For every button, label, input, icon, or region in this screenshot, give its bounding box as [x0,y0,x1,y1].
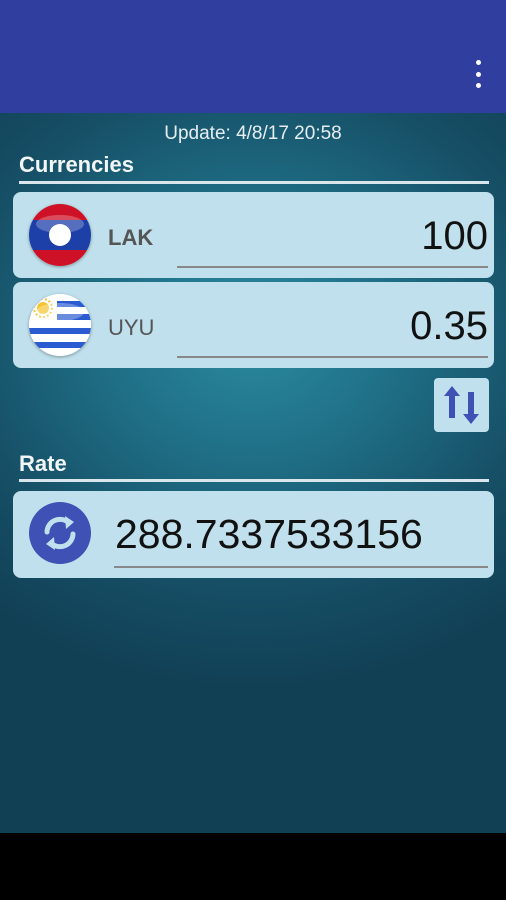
currencies-title: Currencies [19,152,134,177]
rate-value: 288.7337533156 [115,511,423,557]
currency-code: LAK [108,225,154,250]
laos-flag-icon [29,204,91,266]
menu-dot [475,71,481,77]
currency-card-to[interactable]: UYU 0.35 [13,282,494,368]
menu-dot [475,83,481,88]
app-bar [0,0,506,113]
navigation-bar [0,833,506,900]
refresh-icon[interactable] [29,502,91,564]
currency-code: UYU [108,315,155,340]
rate-underline [114,566,488,568]
overflow-menu-icon[interactable] [472,60,484,88]
uruguay-flag-icon [29,294,91,356]
rate-card: 288.7337533156 [13,491,494,578]
rate-title: Rate [19,451,67,476]
swap-button[interactable] [434,378,489,432]
menu-dot [475,60,481,65]
amount-output: 0.35 [410,304,488,348]
amount-underline [177,356,488,358]
currencies-divider [19,181,489,184]
rate-divider [19,479,489,482]
currency-card-from[interactable]: LAK 100 [13,192,494,278]
amount-input[interactable]: 100 [421,214,488,259]
amount-underline [177,266,488,268]
main-content: Update: 4/8/17 20:58 Currencies LAK 100 [0,113,506,833]
update-timestamp: Update: 4/8/17 20:58 [164,123,342,144]
swap-vertical-icon [444,386,479,424]
